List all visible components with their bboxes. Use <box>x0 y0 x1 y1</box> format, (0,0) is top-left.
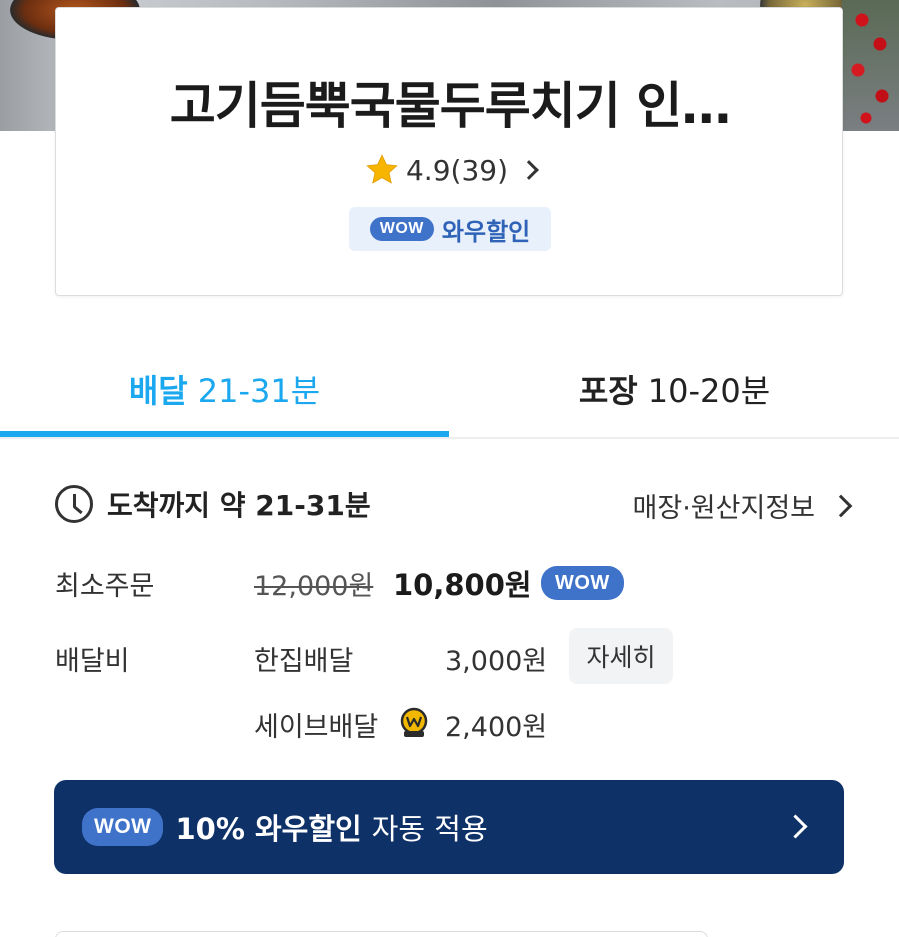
delivery-fee-label: 배달비 <box>55 646 130 677</box>
store-origin-info-label: 매장·원산지정보 <box>632 493 815 524</box>
fee-option-price: 3,000원 <box>445 646 548 677</box>
chevron-right-icon <box>829 494 853 517</box>
wow-logo: WOW <box>82 808 164 846</box>
tab-takeout[interactable]: 포장 10-20분 <box>450 340 899 437</box>
star-icon <box>366 154 398 184</box>
wow-logo: WOW <box>541 566 624 600</box>
fee-option-name: 한집배달 <box>254 646 354 677</box>
fee-option-price: 2,400원 <box>445 712 548 743</box>
store-origin-info-link[interactable]: 매장·원산지정보 <box>632 486 853 525</box>
rating-link[interactable]: 4.9(39) <box>56 152 844 188</box>
banner-discount-percent: 10% 와우할인 <box>175 812 362 846</box>
fee-detail-button[interactable]: 자세히 <box>569 628 673 684</box>
chevron-right-icon <box>783 814 808 839</box>
banner-auto-apply-text: 자동 적용 <box>371 812 488 846</box>
won-coin-icon <box>400 707 428 737</box>
min-order-wow-badge: WOW <box>541 566 624 600</box>
tab-delivery-label: 배달 <box>128 371 188 410</box>
tab-takeout-time: 10-20분 <box>647 371 771 410</box>
fee-option-name: 세이브배달 <box>254 712 379 743</box>
min-order-label: 최소주문 <box>55 571 155 602</box>
wow-discount-badge: WOW 와우할인 <box>349 207 551 251</box>
tab-takeout-label: 포장 <box>578 371 638 410</box>
decor-berries-image <box>842 0 899 131</box>
wow-discount-label: 와우할인 <box>441 217 531 246</box>
min-order-discounted-price: 10,800원 <box>393 568 532 602</box>
arrival-text: 도착까지 약 21-31분 <box>107 489 371 522</box>
store-title-card: 고기듬뿍국물두루치기 인… 4.9(39) WOW 와우할인 <box>55 7 843 296</box>
rating-value: 4.9(39) <box>405 153 508 187</box>
arrival-time: 도착까지 약 21-31분 <box>55 484 371 524</box>
tab-delivery[interactable]: 배달 21-31분 <box>0 340 449 437</box>
min-order-original-price: 12,000원 <box>254 571 374 602</box>
next-section-card <box>55 931 708 937</box>
chevron-right-icon <box>519 160 539 180</box>
wow-logo: WOW <box>369 217 434 241</box>
store-title: 고기듬뿍국물두루치기 인… <box>169 77 731 135</box>
wow-discount-banner[interactable]: WOW 10% 와우할인 자동 적용 <box>54 780 844 874</box>
tab-delivery-time: 21-31분 <box>197 371 321 410</box>
order-type-tabs: 배달 21-31분 포장 10-20분 <box>0 340 899 440</box>
clock-icon <box>55 485 93 523</box>
tab-divider <box>0 437 899 439</box>
